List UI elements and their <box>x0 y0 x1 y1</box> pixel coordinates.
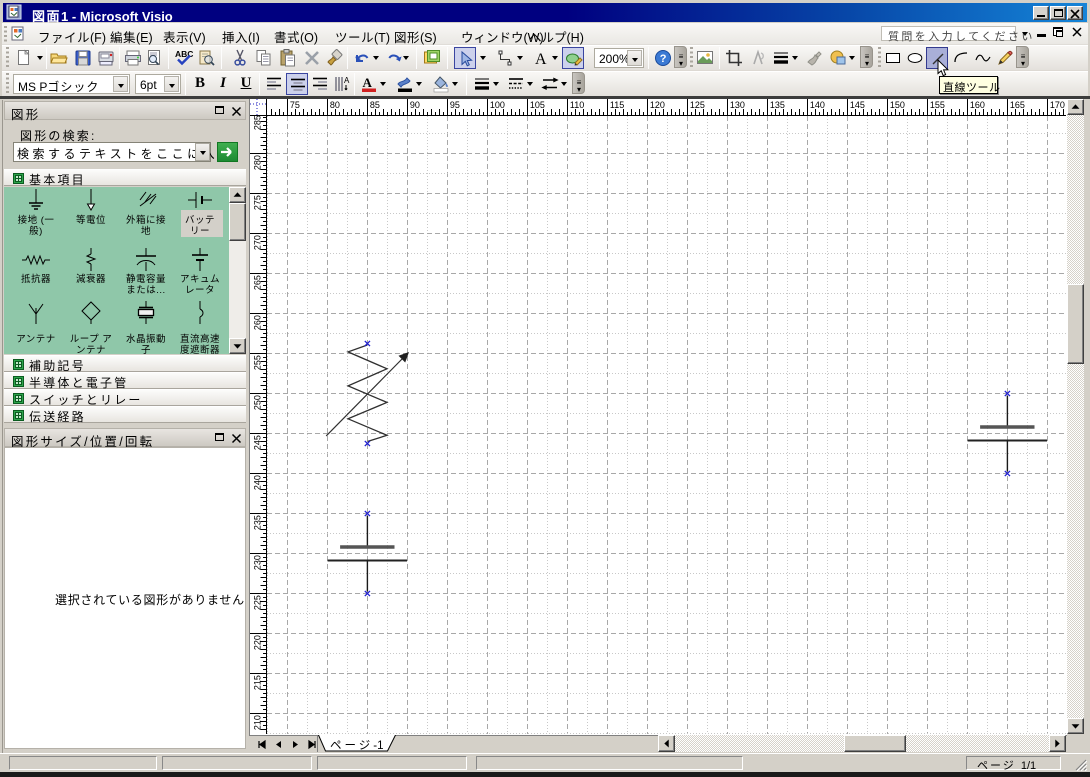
svg-text:245: 245 <box>253 435 263 450</box>
svg-text:285: 285 <box>253 116 263 130</box>
svg-text:240: 240 <box>253 475 263 490</box>
svg-text:140: 140 <box>810 100 825 110</box>
svg-text:110: 110 <box>570 100 584 110</box>
svg-text:230: 230 <box>253 555 263 570</box>
svg-text:85: 85 <box>370 100 380 110</box>
svg-text:145: 145 <box>850 100 865 110</box>
svg-text:220: 220 <box>253 635 263 650</box>
svg-text:165: 165 <box>1010 100 1025 110</box>
svg-text:100: 100 <box>490 100 505 110</box>
svg-text:225: 225 <box>253 595 263 610</box>
svg-text:90: 90 <box>410 100 420 110</box>
svg-text:A: A <box>344 76 350 85</box>
svg-text:170: 170 <box>1050 100 1065 110</box>
svg-text:160: 160 <box>970 100 985 110</box>
svg-text:105: 105 <box>530 100 545 110</box>
svg-text:115: 115 <box>610 100 624 110</box>
svg-text:260: 260 <box>253 315 263 330</box>
svg-text:155: 155 <box>930 100 945 110</box>
svg-text:?: ? <box>660 53 667 65</box>
svg-text:250: 250 <box>253 395 263 410</box>
svg-text:A: A <box>535 51 547 68</box>
svg-text:265: 265 <box>253 275 263 290</box>
svg-text:125: 125 <box>690 100 705 110</box>
svg-text:75: 75 <box>290 100 300 110</box>
svg-text:210: 210 <box>253 715 263 730</box>
svg-text:80: 80 <box>330 100 340 110</box>
svg-text:235: 235 <box>253 515 263 530</box>
svg-text:150: 150 <box>890 100 905 110</box>
svg-text:ABC: ABC <box>175 49 193 59</box>
svg-text:275: 275 <box>253 195 263 210</box>
svg-text:130: 130 <box>730 100 745 110</box>
svg-text:280: 280 <box>253 155 263 170</box>
svg-text:135: 135 <box>770 100 785 110</box>
svg-text:255: 255 <box>253 355 263 370</box>
svg-text:120: 120 <box>650 100 665 110</box>
svg-text:95: 95 <box>450 100 460 110</box>
svg-text:270: 270 <box>253 235 263 250</box>
svg-text:215: 215 <box>253 675 263 690</box>
svg-text:A: A <box>363 75 373 90</box>
